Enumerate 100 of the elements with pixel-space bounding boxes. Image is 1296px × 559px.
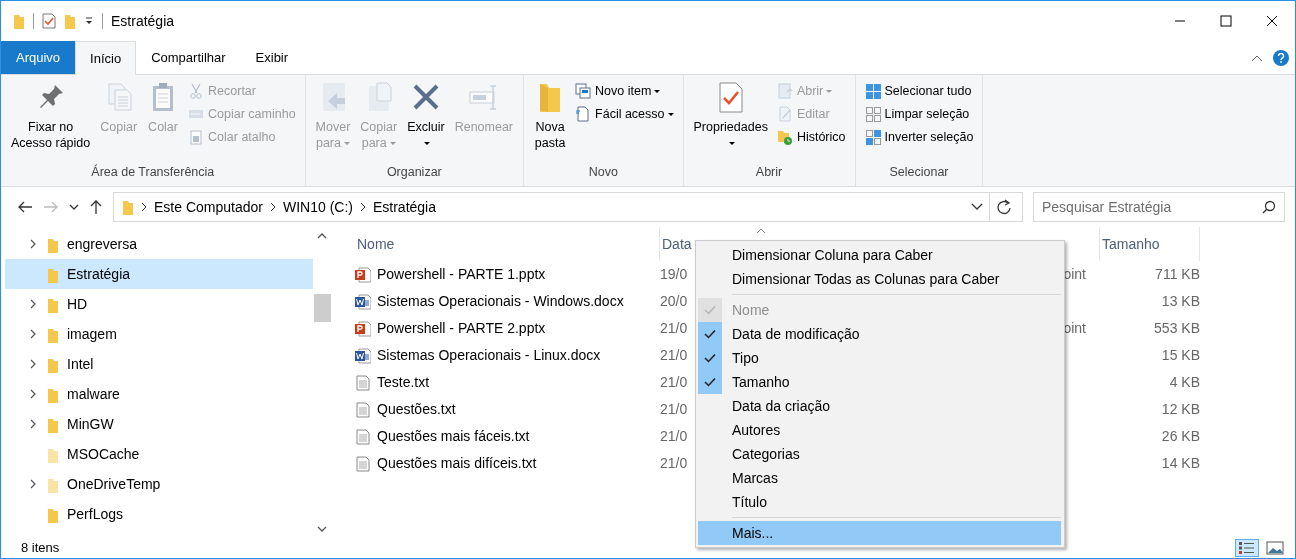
ribbon-button[interactable]: Limpar seleção	[861, 103, 977, 125]
menu-item[interactable]: Dimensionar Todas as Colunas para Caber	[698, 267, 1061, 291]
ribbon-button[interactable]: Excluir	[403, 79, 449, 164]
up-icon[interactable]	[89, 199, 103, 215]
ribbon-tab[interactable]: Compartilhar	[136, 41, 241, 74]
maximize-icon	[1220, 15, 1232, 27]
chevron-icon	[358, 202, 367, 212]
expand-chevron-icon[interactable]	[29, 478, 37, 490]
ribbon-group-label: Organizar	[385, 164, 443, 182]
menu-item[interactable]: Autores	[698, 418, 1061, 442]
file-name[interactable]: Powershell - PARTE 1.pptx	[377, 264, 546, 285]
back-icon[interactable]	[17, 200, 33, 214]
date-cell-text: 20/0	[660, 292, 688, 311]
breadcrumb-link[interactable]: Estratégia	[372, 196, 436, 218]
size-cell: 711 KB	[1155, 266, 1200, 282]
menu-item[interactable]: Data da criação	[698, 394, 1061, 418]
ribbon-tab[interactable]: Exibir	[240, 41, 304, 74]
menu-item[interactable]: Categorias	[698, 442, 1061, 466]
menu-item[interactable]: Data de modificação	[698, 322, 1061, 346]
expand-chevron-icon[interactable]	[29, 238, 37, 250]
folder-name: engreversa	[67, 234, 138, 254]
ribbon-button[interactable]: Fácil acesso	[572, 103, 677, 125]
scroll-down-icon[interactable]	[317, 526, 327, 532]
ribbon-button[interactable]: Novo item	[572, 81, 677, 102]
ribbon-button[interactable]: Fixar no Acesso rápido	[7, 79, 95, 164]
refresh-icon[interactable]	[996, 199, 1012, 215]
size-cell: 14 KB	[1161, 455, 1200, 471]
view-button[interactable]	[1235, 539, 1259, 557]
recent-locations-icon[interactable]	[69, 203, 79, 211]
date-cell-text: 21/0	[660, 319, 688, 338]
ribbon-button[interactable]: Histórico	[773, 126, 849, 148]
menu-item[interactable]: Marcas	[698, 466, 1061, 490]
file-name[interactable]: Sistemas Operacionais - Linux.docx	[377, 345, 601, 366]
folder-tree-item[interactable]: engreversa	[5, 229, 313, 259]
folder-tree-item[interactable]: MSOCache	[5, 439, 313, 469]
menu-item[interactable]: Dimensionar Coluna para Caber	[698, 243, 1061, 267]
file-menu-tab[interactable]: Arquivo	[1, 41, 76, 74]
window-title: Estratégia	[111, 11, 175, 31]
file-name[interactable]: Teste.txt	[377, 372, 430, 393]
ribbon-button[interactable]: Inverter seleção	[861, 126, 977, 148]
folder-name: Estratégia	[67, 264, 131, 284]
ribbon-button[interactable]: Propriedades	[689, 79, 772, 164]
chevron-icon	[140, 202, 148, 212]
item-count: 8 itens	[21, 539, 60, 558]
folder-tree-item[interactable]: Estratégia	[5, 259, 313, 289]
powerpoint-file-icon	[355, 320, 371, 337]
scroll-up-icon[interactable]	[317, 233, 327, 239]
folder-tree-item[interactable]: malware	[5, 379, 313, 409]
sort-icon	[755, 227, 766, 234]
menu-item[interactable]: Título	[698, 490, 1061, 514]
folder-tree-item[interactable]: OneDriveTemp	[5, 469, 313, 499]
breadcrumb-link[interactable]: Este Computador	[154, 196, 263, 218]
select-none-icon	[864, 106, 881, 123]
ribbon-button[interactable]: Selecionar tudo	[861, 81, 977, 102]
close-icon	[1266, 15, 1278, 27]
size-cell: 26 KB	[1161, 428, 1200, 444]
word-file-icon	[355, 293, 371, 310]
search-field[interactable]: Pesquisar Estratégia	[1033, 192, 1285, 222]
file-name[interactable]: Questões mais difíceis.txt	[377, 453, 537, 474]
menu-item[interactable]: Mais...	[698, 521, 1061, 545]
text-file-icon	[355, 374, 371, 391]
properties-icon[interactable]	[42, 13, 56, 29]
customize-icon[interactable]	[84, 16, 94, 26]
menu-item[interactable]: Tamanho	[698, 370, 1061, 394]
size-cell: 13 KB	[1161, 293, 1200, 309]
large-icons-view-icon	[1266, 540, 1284, 556]
size-cell: 4 KB	[1169, 374, 1200, 390]
menu-item[interactable]: Tipo	[698, 346, 1061, 370]
ribbon-group-label: Abrir	[754, 164, 784, 182]
dropdown-icon[interactable]	[971, 203, 983, 211]
open-icon	[776, 83, 793, 100]
file-name[interactable]: Questões mais fáceis.txt	[377, 426, 530, 447]
expand-chevron-icon[interactable]	[29, 388, 37, 400]
date-cell-text: 21/0	[660, 454, 688, 473]
folder-tree-item[interactable]: PerfLogs	[5, 499, 313, 529]
view-button[interactable]	[1263, 539, 1287, 557]
column-header[interactable]: Tamanho	[1102, 233, 1160, 255]
folder-tree-item[interactable]: Intel	[5, 349, 313, 379]
expand-chevron-icon[interactable]	[29, 298, 37, 310]
expand-chevron-icon[interactable]	[29, 328, 37, 340]
ribbon-button[interactable]: Nova pasta	[530, 79, 571, 164]
folder-tree-item[interactable]: MinGW	[5, 409, 313, 439]
file-name[interactable]: Questões.txt	[377, 399, 456, 420]
expand-chevron-icon[interactable]	[29, 358, 37, 370]
folder-tree-item[interactable]: imagem	[5, 319, 313, 349]
scrollbar-thumb[interactable]	[313, 293, 331, 322]
ribbon-tab[interactable]: Início	[75, 41, 137, 75]
folder-tree-item[interactable]: HD	[5, 289, 313, 319]
file-name[interactable]: Sistemas Operacionais - Windows.docx	[377, 291, 624, 312]
expand-chevron-icon[interactable]	[29, 418, 37, 430]
history-icon	[776, 128, 793, 145]
collapse-ribbon-icon[interactable]	[1251, 53, 1263, 62]
breadcrumb-link[interactable]: WIN10 (C:)	[282, 196, 353, 218]
file-name[interactable]: Powershell - PARTE 2.pptx	[377, 318, 546, 339]
column-header[interactable]: Nome	[357, 233, 395, 255]
word-file-icon	[355, 347, 371, 364]
folder-name: PerfLogs	[67, 504, 124, 524]
help-icon[interactable]	[1273, 49, 1289, 66]
address-bar[interactable]: Este Computador WIN10 (C:) Estratégia	[113, 192, 1023, 222]
column-header[interactable]: Data	[662, 233, 692, 255]
